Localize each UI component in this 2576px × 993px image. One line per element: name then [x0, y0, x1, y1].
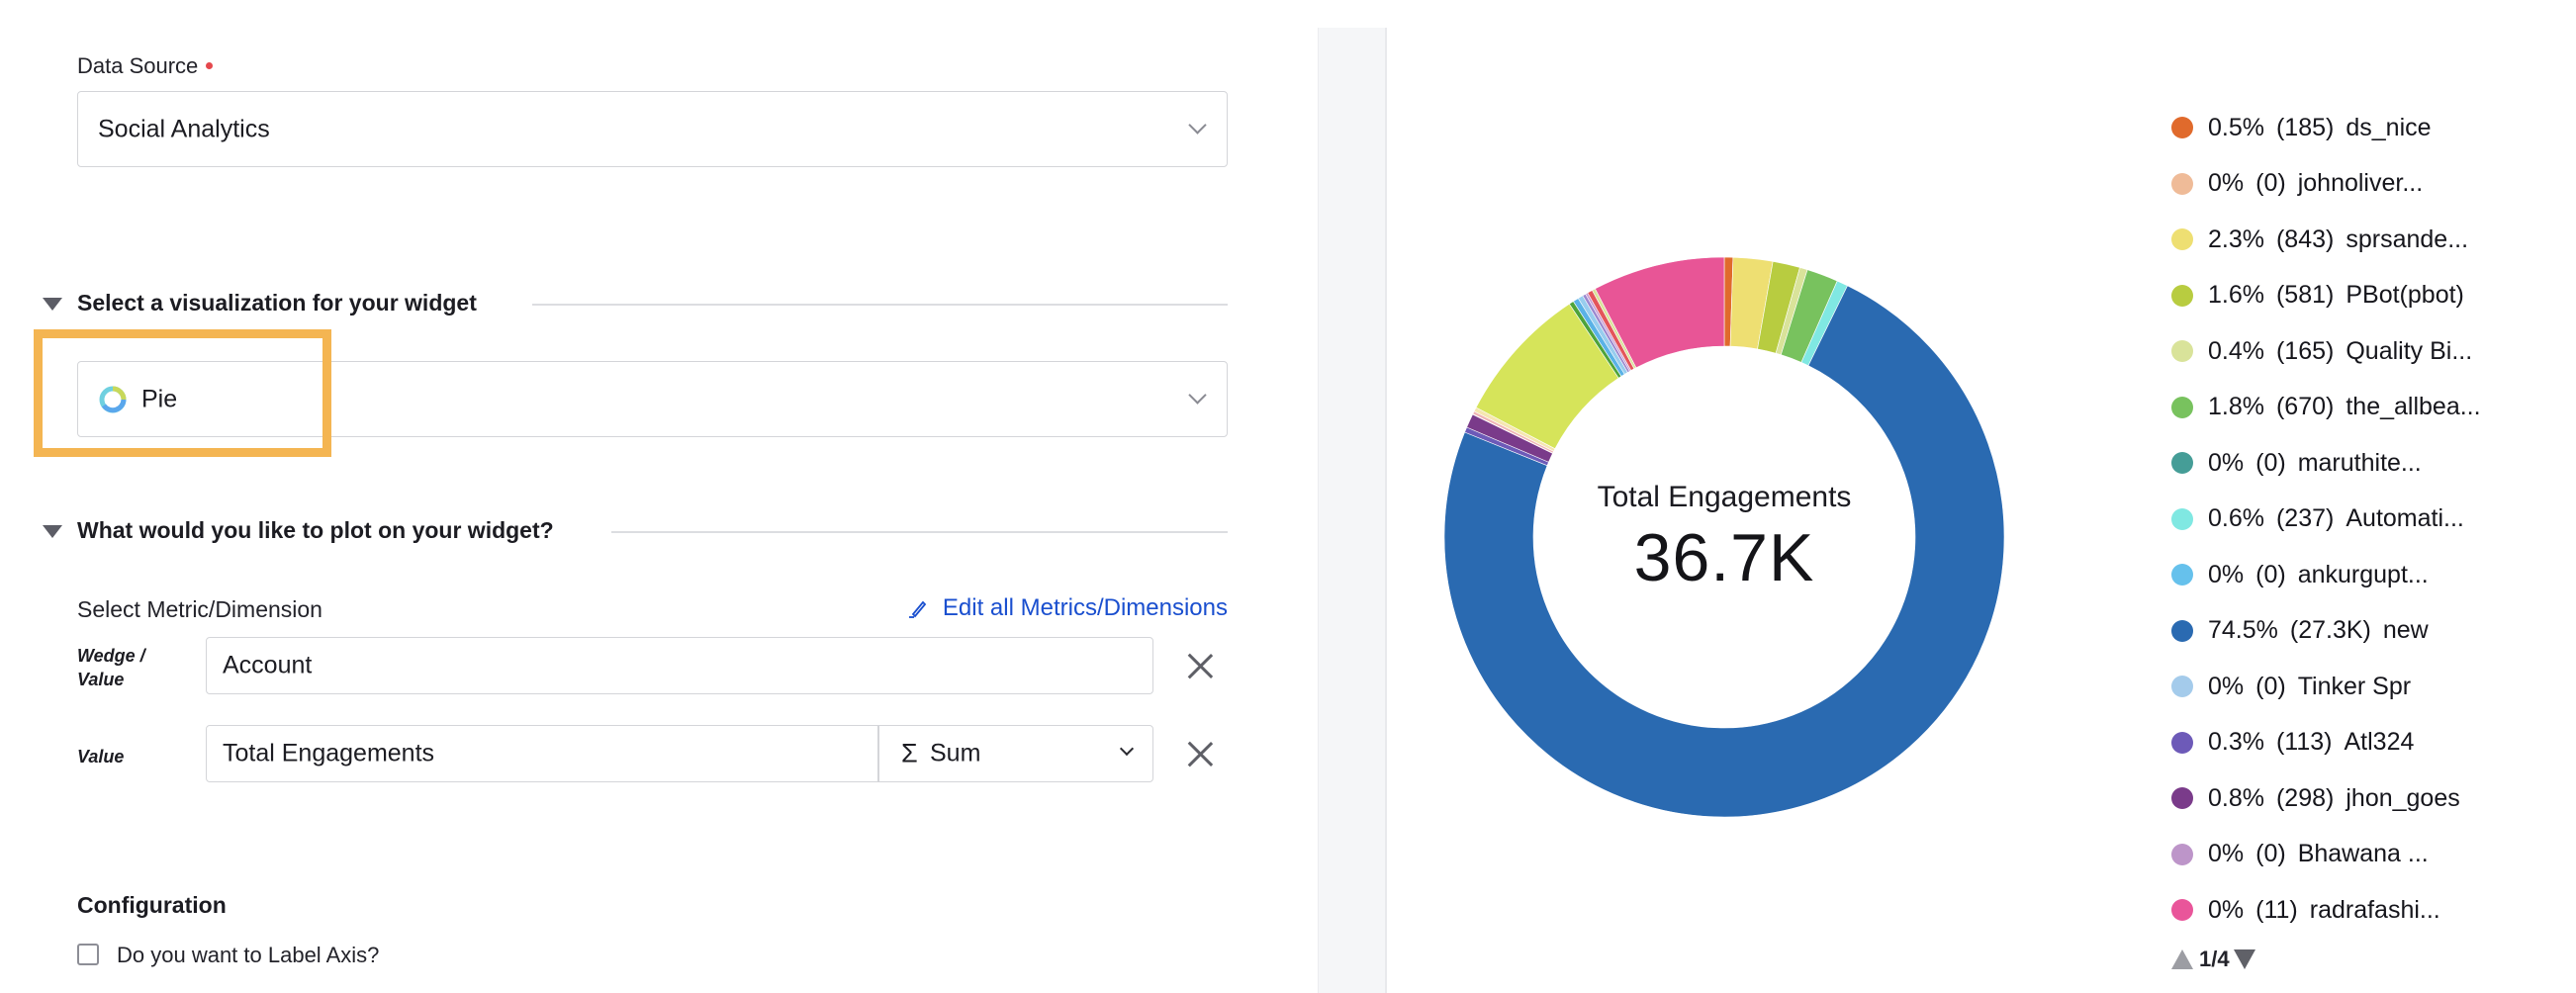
legend-name: ds_nice [2346, 113, 2432, 141]
legend-percent-value: 0% [2208, 169, 2245, 197]
legend-name: new [2382, 616, 2429, 644]
legend-color-dot [2171, 452, 2193, 474]
legend-value: (843) [2275, 225, 2335, 253]
legend-item[interactable]: 1.8% (670) the_allbea... [2171, 388, 2481, 427]
legend-color-dot [2171, 172, 2193, 195]
legend-name: Quality Bi... [2346, 336, 2473, 365]
legend-value: (670) [2275, 393, 2335, 420]
legend-name: jhon_goes [2346, 783, 2460, 812]
triangle-down-icon[interactable] [2233, 949, 2255, 969]
legend-pager: 1/4 [2171, 947, 2255, 972]
legend-name: PBot(pbot) [2346, 281, 2464, 309]
legend-name: Tinker Spr [2297, 672, 2412, 700]
legend-item[interactable]: 0.5% (185) ds_nice [2171, 108, 2432, 147]
legend-page-label: 1/4 [2199, 947, 2230, 971]
center-label: Total Engagements [1597, 481, 1852, 513]
legend-name: Automati... [2346, 504, 2464, 532]
legend-percent-value: 1.6% [2208, 281, 2264, 309]
legend-item[interactable]: 0.8% (298) jhon_goes [2171, 778, 2460, 818]
legend-color-dot [2171, 787, 2193, 809]
legend-item[interactable]: 0% (0) Tinker Spr [2171, 667, 2411, 706]
legend-color-dot [2171, 284, 2193, 307]
legend-value: (27.3K) [2289, 616, 2371, 644]
legend-value: (0) [2255, 169, 2286, 197]
legend-percent-value: 74.5% [2208, 616, 2278, 644]
legend-item[interactable]: 0% (0) johnoliver... [2171, 164, 2423, 204]
legend-percent-value: 0.6% [2208, 504, 2264, 532]
legend-item[interactable]: 0% (11) radrafashi... [2171, 890, 2440, 930]
legend-name: radrafashi... [2309, 895, 2440, 924]
legend-value: (185) [2275, 113, 2335, 141]
legend-percent-value: 0.4% [2208, 336, 2264, 365]
legend-value: (237) [2275, 504, 2335, 532]
legend-item[interactable]: 0.3% (113) Atl324 [2171, 723, 2414, 763]
legend-name: sprsande... [2346, 225, 2469, 253]
legend-value: (0) [2255, 840, 2286, 867]
legend-name: Atl324 [2344, 728, 2415, 756]
legend-name: ankurgupt... [2297, 560, 2429, 588]
legend-percent-value: 0% [2208, 560, 2245, 588]
triangle-up-icon[interactable] [2171, 949, 2193, 969]
legend-percent-value: 2.3% [2208, 225, 2264, 253]
legend-item[interactable]: 0% (0) maruthite... [2171, 443, 2422, 483]
legend-name: maruthite... [2297, 448, 2422, 477]
legend-value: (0) [2255, 448, 2286, 477]
legend-item[interactable]: 0.6% (237) Automati... [2171, 499, 2464, 539]
legend-value: (11) [2255, 895, 2298, 924]
legend-name: johnoliver... [2297, 169, 2424, 197]
legend-item[interactable]: 0% (0) ankurgupt... [2171, 555, 2429, 594]
legend-color-dot [2171, 117, 2193, 138]
legend-item[interactable]: 1.6% (581) PBot(pbot) [2171, 276, 2464, 316]
legend-color-dot [2171, 396, 2193, 418]
legend-name: Bhawana ... [2297, 840, 2429, 867]
legend-percent-value: 0% [2208, 672, 2245, 700]
legend-percent-value: 0% [2208, 895, 2245, 924]
legend-percent-value: 0% [2208, 448, 2245, 477]
legend-color-dot [2171, 619, 2193, 642]
legend-percent-value: 0% [2208, 840, 2245, 867]
center-value: 36.7K [1633, 520, 1815, 595]
legend-percent-value: 0.8% [2208, 783, 2264, 812]
legend-value: (165) [2275, 336, 2335, 365]
legend-value: (0) [2255, 672, 2286, 700]
legend-color-dot [2171, 228, 2193, 250]
legend-color-dot [2171, 564, 2193, 586]
legend-color-dot [2171, 340, 2193, 362]
legend-color-dot [2171, 899, 2193, 921]
legend-item[interactable]: 0% (0) Bhawana ... [2171, 835, 2429, 874]
legend-name: the_allbea... [2346, 393, 2481, 420]
legend-color-dot [2171, 731, 2193, 754]
legend-value: (581) [2275, 281, 2335, 309]
legend-color-dot [2171, 676, 2193, 697]
legend-value: (298) [2275, 783, 2335, 812]
legend-percent-value: 0.5% [2208, 113, 2264, 141]
legend-percent-value: 0.3% [2208, 728, 2264, 756]
legend-value: (113) [2275, 728, 2333, 756]
legend-color-dot [2171, 507, 2193, 530]
legend-item[interactable]: 0.4% (165) Quality Bi... [2171, 331, 2472, 371]
legend-item[interactable]: 2.3% (843) sprsande... [2171, 220, 2468, 259]
legend-color-dot [2171, 843, 2193, 865]
legend-item[interactable]: 74.5% (27.3K) new [2171, 611, 2429, 651]
legend-value: (0) [2255, 560, 2286, 588]
legend-percent-value: 1.8% [2208, 393, 2264, 420]
